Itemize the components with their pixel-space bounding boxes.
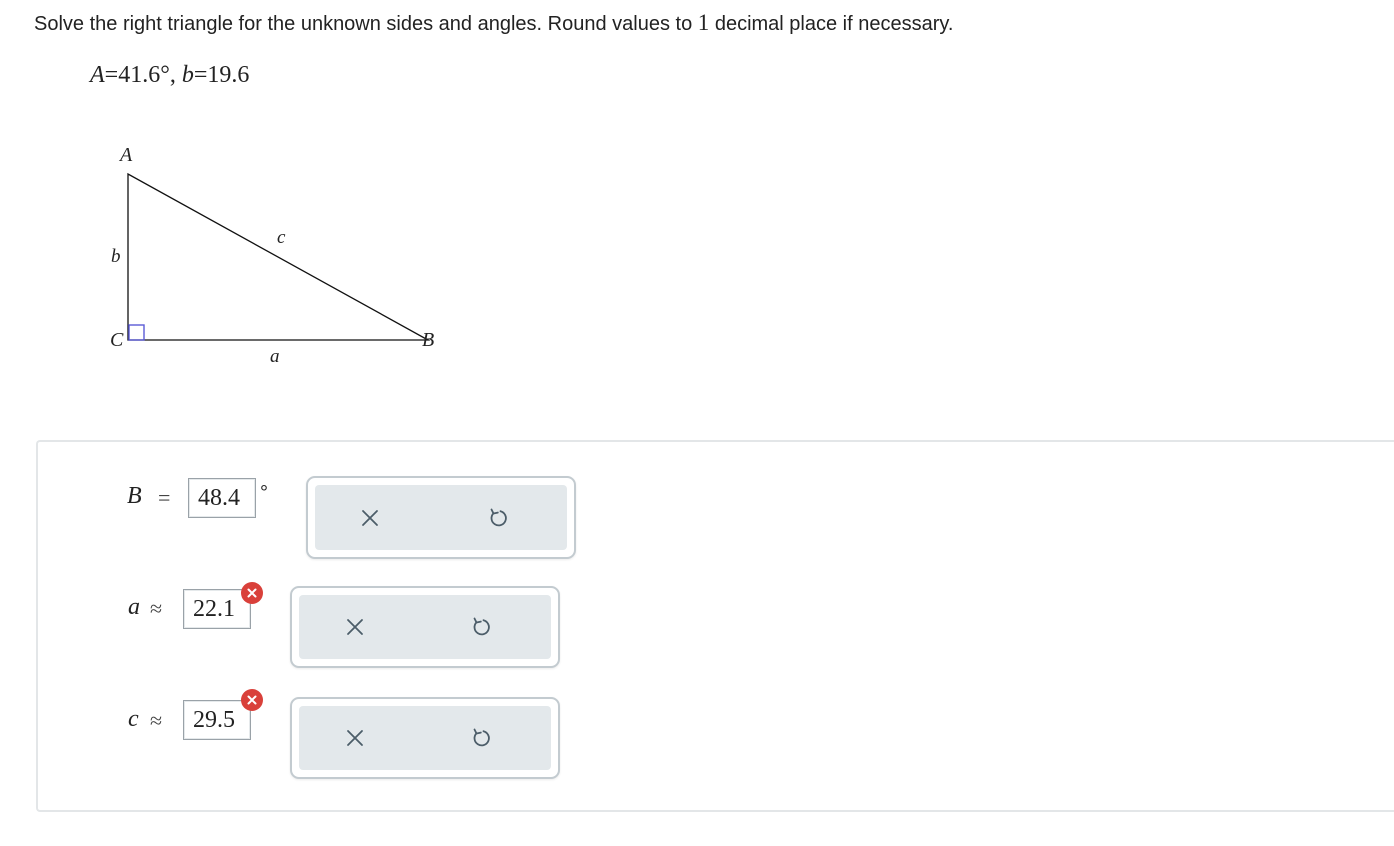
x-circle-icon [247, 695, 257, 705]
undo-button-b[interactable] [483, 503, 513, 533]
answer-relation-b: = [158, 485, 171, 510]
answer-relation-a: ≈ [150, 596, 163, 621]
incorrect-badge-c [241, 689, 263, 711]
triangle-shape [127, 172, 431, 341]
side-a-label: a [270, 346, 280, 367]
answer-tools-b [306, 476, 576, 559]
answer-tools-c-inner [299, 706, 551, 770]
x-circle-icon [247, 588, 257, 598]
vertex-a-label: A [118, 144, 133, 166]
incorrect-badge-a [241, 582, 263, 604]
answer-variable-a: a [128, 594, 140, 620]
close-x-icon [347, 619, 363, 635]
question-text-after: decimal place if necessary. [714, 13, 954, 35]
close-x-icon [362, 509, 378, 526]
answer-input-c[interactable]: 29.5 [183, 700, 251, 740]
clear-button-b[interactable] [355, 503, 385, 533]
degree-unit: ° [260, 482, 268, 504]
undo-arrow-icon [473, 617, 490, 636]
right-angle-marker [128, 324, 145, 341]
answer-variable-b: B [127, 483, 142, 509]
answer-tools-c [290, 697, 560, 779]
undo-arrow-icon [473, 728, 490, 747]
answer-tools-a [290, 586, 560, 668]
clear-button-a[interactable] [340, 612, 370, 642]
vertex-c-label: C [110, 329, 124, 351]
undo-arrow-icon [490, 508, 507, 526]
close-x-icon [347, 730, 363, 746]
answer-tools-a-inner [299, 595, 551, 659]
answer-variable-c: c [128, 706, 139, 732]
decimal-places-number: 1 [697, 10, 710, 35]
side-b-label: b [111, 246, 121, 267]
answer-input-b[interactable]: 48.4 [188, 478, 256, 518]
answer-tools-b-inner [315, 485, 567, 550]
clear-button-c[interactable] [340, 723, 370, 753]
answer-relation-c: ≈ [150, 708, 163, 733]
side-c-label: c [277, 227, 286, 248]
vertex-b-label: B [422, 329, 434, 351]
undo-button-a[interactable] [466, 612, 496, 642]
right-triangle-diagram: A C B b c a [110, 144, 434, 367]
undo-button-c[interactable] [466, 723, 496, 753]
